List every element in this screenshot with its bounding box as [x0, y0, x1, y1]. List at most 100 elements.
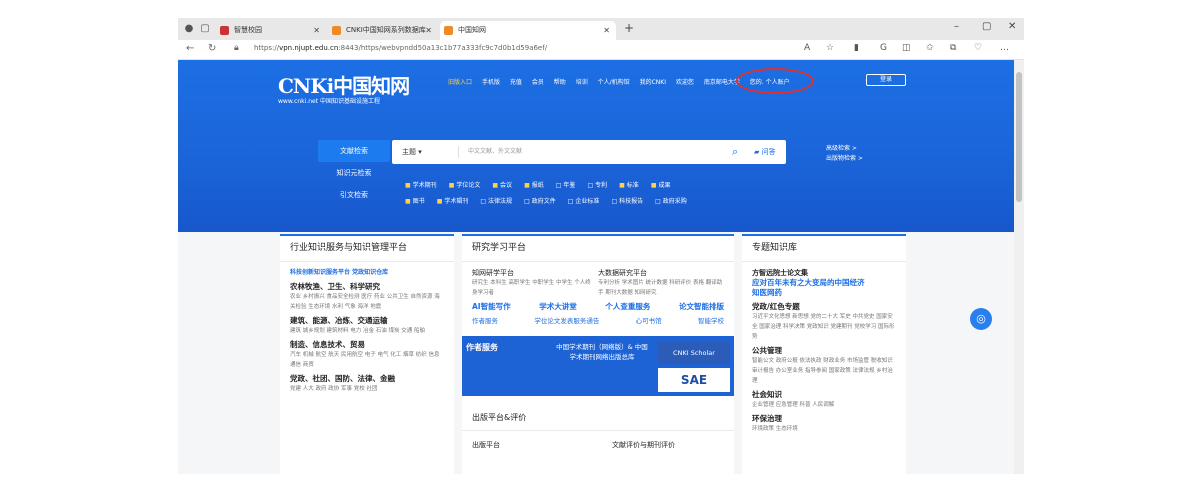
- close-tab-icon[interactable]: ✕: [603, 21, 610, 40]
- profile-icon[interactable]: ●: [182, 22, 196, 36]
- sync-icon[interactable]: G: [880, 43, 887, 53]
- category-title[interactable]: 建筑、能源、冶炼、交通运输: [290, 316, 444, 326]
- search-field-select[interactable]: 主题 ▾: [402, 140, 422, 164]
- checkbox-checked-icon[interactable]: ■: [437, 198, 443, 205]
- resource-check-6[interactable]: □ 科技报告: [611, 198, 643, 205]
- book-hall-link[interactable]: 心可书馆: [636, 316, 662, 326]
- section-items[interactable]: 环境政策 生态环境: [752, 424, 896, 434]
- lock-icon[interactable]: 🔒︎: [234, 43, 239, 53]
- category-title[interactable]: 党政、社团、国防、法律、金融: [290, 374, 444, 384]
- close-tab-icon[interactable]: ✕: [313, 21, 320, 40]
- bigdata-platform-title[interactable]: 大数据研究平台: [598, 268, 724, 278]
- institution-name[interactable]: 南京邮电大学: [704, 79, 740, 86]
- close-window-button[interactable]: ✕: [1008, 21, 1016, 32]
- close-tab-icon[interactable]: ✕: [425, 21, 432, 40]
- category-items[interactable]: 农业 乡村振兴 食品安全检测 医疗 药业 公共卫生 自然资源 海关检验 生态环境…: [290, 292, 444, 312]
- nav-my-cnki[interactable]: 我的CNKI: [640, 79, 666, 86]
- refresh-icon[interactable]: ↻: [208, 43, 216, 54]
- scrollbar-thumb[interactable]: [1016, 72, 1022, 202]
- study-platform-title[interactable]: 知网研学平台: [472, 268, 593, 278]
- new-tab-icon[interactable]: +: [624, 21, 634, 35]
- ask-button[interactable]: ▰ 问答: [754, 140, 776, 164]
- thesis-format-link[interactable]: 论文智能排版: [679, 302, 724, 312]
- section-items[interactable]: 智能公文 政府公报 依法执政 财政业务 市场监管 税收知识 审计报告 办公室业务…: [752, 356, 896, 386]
- featured-links[interactable]: 科技创新知识服务平台 党政知识仓库: [290, 268, 444, 278]
- more-menu-icon[interactable]: …: [1000, 43, 1009, 53]
- checkbox-unchecked-icon[interactable]: □: [480, 198, 486, 205]
- resource-check-6[interactable]: □ 专利: [587, 182, 607, 189]
- section-items[interactable]: 习近平文化思想 新思想 党的二十大 军史 中共党史 国家安全 国家治理 科学决策…: [752, 312, 896, 342]
- nav-training[interactable]: 培训: [576, 79, 588, 86]
- back-icon[interactable]: ←: [186, 43, 194, 54]
- section-items[interactable]: 企业管理 应急管理 科普 人民调解: [752, 400, 896, 410]
- category-items[interactable]: 党建 人大 政府 政协 军事 党校 社团: [290, 384, 444, 394]
- tab-smart-campus[interactable]: 智慧校园 ✕: [216, 21, 326, 40]
- resource-check-2[interactable]: ■ 学术辑刊: [437, 198, 469, 205]
- resource-check-4[interactable]: ■ 报纸: [524, 182, 544, 189]
- plagiarism-check-link[interactable]: 个人查重服务: [605, 302, 650, 312]
- tab-knowledge-search[interactable]: 知识元检索: [318, 162, 390, 184]
- tab-cnki-db[interactable]: CNKI中国知网系列数据库 ✕: [328, 21, 438, 40]
- favorite-star-icon[interactable]: ☆: [826, 43, 834, 53]
- publishing-platform-link[interactable]: 出版平台: [472, 440, 500, 450]
- cnki-logo[interactable]: CNKi中国知网 www.cnki.net 中国知识基础设施工程: [278, 70, 410, 105]
- nav-member[interactable]: 会员: [532, 79, 544, 86]
- split-screen-icon[interactable]: ◫: [902, 43, 911, 53]
- tab-cnki[interactable]: 中国知网 ✕: [440, 21, 616, 40]
- nav-mobile[interactable]: 手机版: [482, 79, 500, 86]
- topic-item[interactable]: 知医网药: [752, 288, 896, 298]
- resource-check-4[interactable]: □ 政府文件: [524, 198, 556, 205]
- advanced-search-link[interactable]: 高级检索 >: [826, 144, 863, 154]
- author-service-link[interactable]: 作者服务: [472, 316, 498, 326]
- resource-check-8[interactable]: ■ 成果: [651, 182, 671, 189]
- browser-essentials-icon[interactable]: ♡: [974, 43, 982, 53]
- study-platform-items[interactable]: 研究生 本科生 高职学生 中职学生 中学生 个人终身学习者: [472, 278, 593, 298]
- checkbox-unchecked-icon[interactable]: □: [524, 198, 530, 205]
- floating-assistant-icon[interactable]: ◎: [970, 308, 992, 330]
- url-field[interactable]: https://vpn.njupt.edu.cn:8443/https/webv…: [254, 44, 547, 52]
- resource-check-2[interactable]: ■ 学位论文: [449, 182, 481, 189]
- minimize-button[interactable]: –: [954, 21, 959, 32]
- nav-old-version[interactable]: 旧版入口: [448, 79, 472, 86]
- checkbox-unchecked-icon[interactable]: □: [611, 198, 617, 205]
- maximize-button[interactable]: ▢: [982, 21, 991, 32]
- category-title[interactable]: 农林牧渔、卫生、科学研究: [290, 282, 444, 292]
- thesis-publish-link[interactable]: 学位论文发表服务通告: [534, 316, 599, 326]
- checkbox-checked-icon[interactable]: ■: [492, 182, 498, 189]
- checkbox-unchecked-icon[interactable]: □: [556, 182, 562, 189]
- resource-check-5[interactable]: □ 年鉴: [556, 182, 576, 189]
- smart-school-link[interactable]: 智能学校: [698, 316, 724, 326]
- bigdata-platform-items[interactable]: 专利分析 学术图片 统计数据 科研评价 表格 翻译助手 期刊大数据 知网研究: [598, 278, 724, 298]
- tab-literature-search[interactable]: 文献检索: [318, 140, 390, 162]
- nav-help[interactable]: 帮助: [554, 79, 566, 86]
- login-button[interactable]: 登录: [866, 74, 906, 86]
- resource-check-3[interactable]: □ 法律法规: [480, 198, 512, 205]
- checkbox-unchecked-icon[interactable]: □: [568, 198, 574, 205]
- category-title[interactable]: 制造、信息技术、贸易: [290, 340, 444, 350]
- tab-actions-icon[interactable]: ▢: [198, 22, 212, 36]
- checkbox-checked-icon[interactable]: ■: [405, 198, 411, 205]
- resource-check-7[interactable]: ■ 标准: [619, 182, 639, 189]
- topic-item[interactable]: 方智远院士论文集: [752, 268, 896, 278]
- tab-citation-search[interactable]: 引文检索: [318, 184, 390, 206]
- promo-banner[interactable]: 作者服务 中国学术期刊（网络版）& 中国学术期刊网络出版总库 CNKI Scho…: [462, 336, 734, 396]
- checkbox-unchecked-icon[interactable]: □: [655, 198, 661, 205]
- resource-check-1[interactable]: ■ 图书: [405, 198, 425, 205]
- read-aloud-icon[interactable]: A: [804, 43, 810, 53]
- nav-recharge[interactable]: 充值: [510, 79, 522, 86]
- checkbox-checked-icon[interactable]: ■: [619, 182, 625, 189]
- checkbox-checked-icon[interactable]: ■: [524, 182, 530, 189]
- resource-check-3[interactable]: ■ 会议: [492, 182, 512, 189]
- collections-icon[interactable]: ⧉: [950, 43, 956, 53]
- page-scrollbar[interactable]: [1014, 60, 1024, 474]
- resource-check-5[interactable]: □ 企业标准: [568, 198, 600, 205]
- favorites-icon[interactable]: ✩: [926, 43, 934, 53]
- search-input[interactable]: 中文文献、外文文献: [468, 140, 522, 164]
- category-items[interactable]: 建筑 城乡规划 建筑材料 电力 冶金 石油 煤炭 交通 船舶: [290, 326, 444, 336]
- checkbox-checked-icon[interactable]: ■: [651, 182, 657, 189]
- evaluation-link[interactable]: 文献评价与期刊评价: [612, 440, 675, 450]
- ai-writing-link[interactable]: AI智能写作: [472, 302, 511, 312]
- nav-personal-library[interactable]: 个人/机构馆: [598, 79, 630, 86]
- search-icon[interactable]: ⌕: [732, 145, 746, 159]
- publication-search-link[interactable]: 出版物检索 >: [826, 154, 863, 164]
